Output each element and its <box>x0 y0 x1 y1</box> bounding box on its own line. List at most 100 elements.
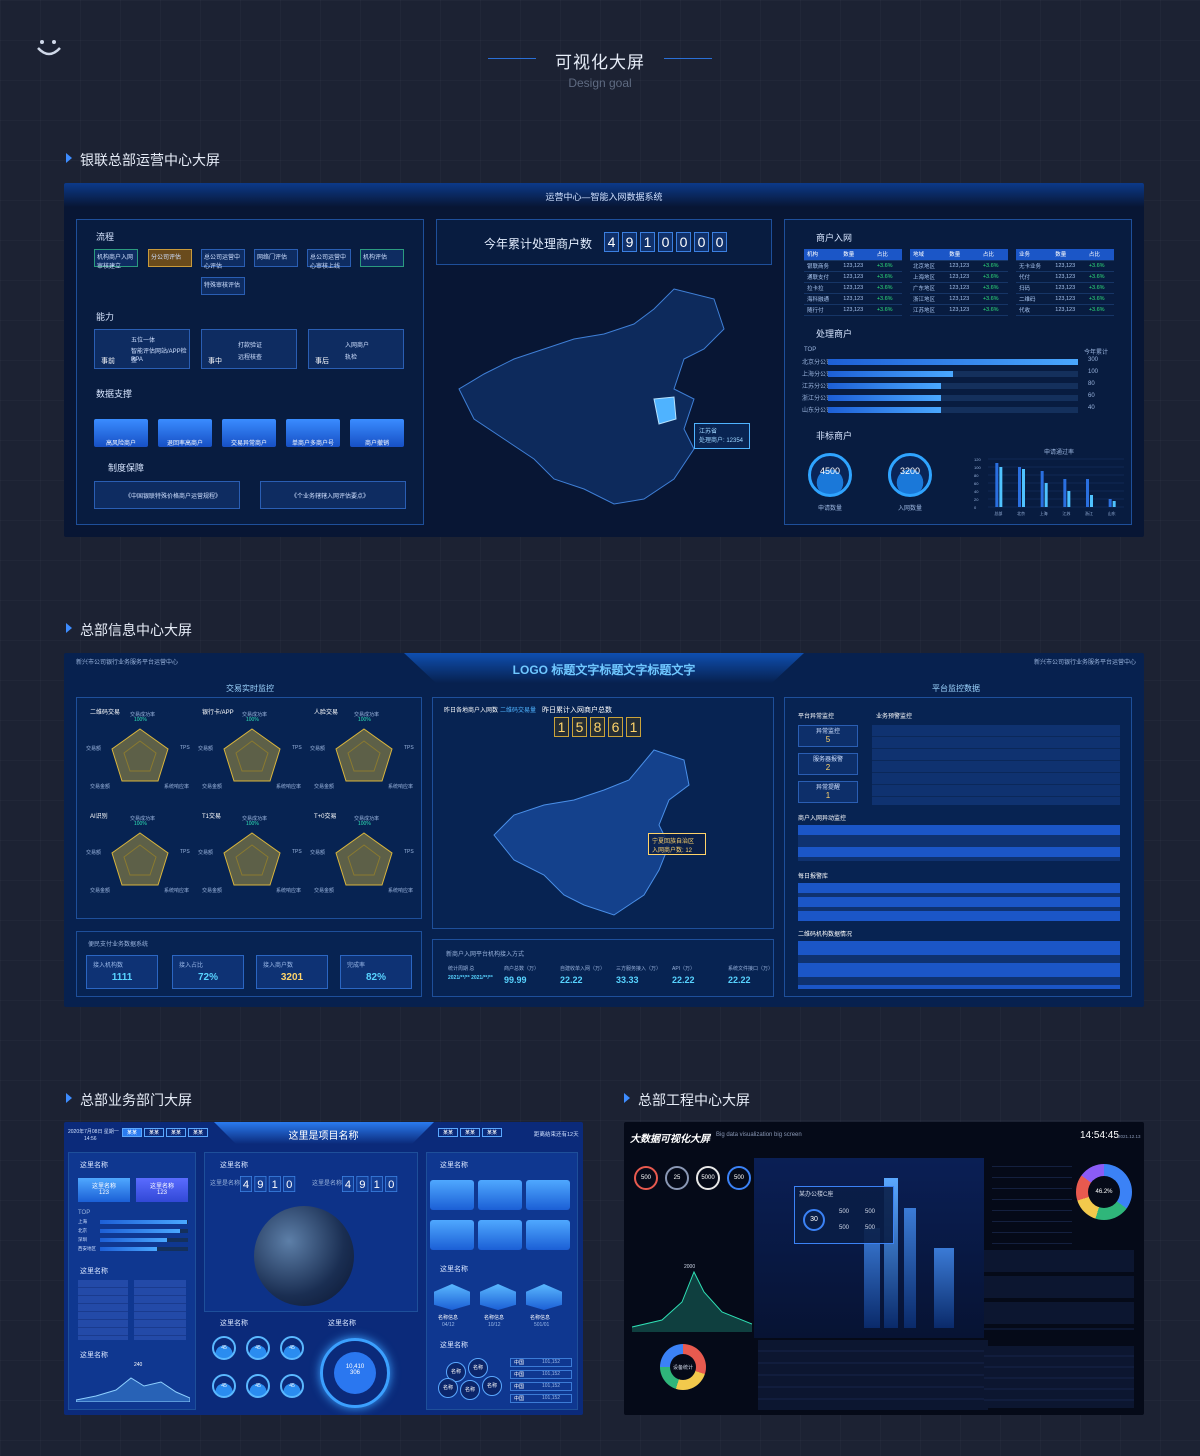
bar-mark[interactable] <box>1090 495 1093 507</box>
screen-engineering-center[interactable]: 大数据可视化大屏 Big data visualization big scre… <box>624 1122 1144 1415</box>
platform-item-3[interactable]: 异常提醒 1 <box>798 781 858 803</box>
bar-mark[interactable] <box>1022 469 1025 507</box>
globe[interactable] <box>254 1206 354 1306</box>
bar-mark[interactable] <box>1063 479 1067 507</box>
process-bar-fill <box>828 371 953 377</box>
screen-operations-center[interactable]: 运营中心—智能入网数据系统 流程 机构商户入网审核建立 分公司评估 总公司运营中… <box>64 183 1144 537</box>
bar-mark[interactable] <box>1040 471 1044 507</box>
s3-bubble: 名称 <box>438 1378 458 1398</box>
support-btn-5[interactable]: 商户撤销 <box>350 419 404 447</box>
s4-date: 2021.12.13 <box>1118 1134 1141 1139</box>
bar-mark[interactable] <box>995 463 999 507</box>
s3-right-title-3: 这里名称 <box>440 1342 468 1349</box>
s3-icon-button[interactable] <box>526 1180 570 1210</box>
radar-label-right: TPS <box>292 745 302 751</box>
s3-tab-right[interactable]: 某某 <box>482 1128 502 1137</box>
support-btn-3[interactable]: 交易异常商户 <box>222 419 276 447</box>
policy-card-2[interactable]: 《个业务辖辖入网评估要点》 <box>260 481 406 509</box>
bar-mark[interactable] <box>1112 501 1116 507</box>
platform-item-1[interactable]: 异常监控 5 <box>798 725 858 747</box>
warn-table <box>872 725 1120 805</box>
section-title-3: 总部业务部门大屏 <box>64 1090 192 1110</box>
screen-business-department[interactable]: 这里是项目名称 2020年7月08日 星期一 14:56 距离结束还有12天 这… <box>64 1122 583 1415</box>
table-cell: +3.6% <box>979 271 1008 283</box>
map-tab-1[interactable]: 昨日各地商户入网数 <box>444 705 498 714</box>
bar-mark[interactable] <box>999 467 1003 507</box>
qr-title: 二维码机构数据情况 <box>798 932 853 938</box>
radar-title: AI识别 <box>90 814 108 820</box>
table-cell: 123,123 <box>840 260 874 272</box>
radar-chart <box>335 728 393 782</box>
s3-icon-button[interactable] <box>478 1220 522 1250</box>
table-row: 二维码 123,123 +3.6% <box>1016 293 1114 305</box>
table-cell: 123,123 <box>1052 304 1086 316</box>
screen-information-center[interactable]: LOGO 标题文字标题文字标题文字 新兴市公司银行业务服务平台运营中心 新兴市公… <box>64 653 1144 1007</box>
radar-title: 人脸交易 <box>314 710 339 716</box>
s3-tab-left[interactable]: 某某 <box>144 1128 164 1137</box>
table-row: 海科融通 123,123 +3.6% <box>804 293 902 305</box>
s3-table-1 <box>78 1280 128 1340</box>
s4-city-scene[interactable] <box>754 1158 984 1338</box>
mid-col-value: 22.22 <box>728 975 751 985</box>
bar-mark[interactable] <box>1067 491 1071 507</box>
warn-title: 业务预警监控 <box>876 714 913 720</box>
process-right-label: 今年累计 <box>1084 350 1109 356</box>
ability-card-2: 事中 打款验证 远程核查 <box>201 329 297 369</box>
bar-mark[interactable] <box>1018 467 1021 507</box>
s3-tab-left[interactable]: 某某 <box>166 1128 186 1137</box>
s4-circle: 500 <box>634 1166 658 1190</box>
s3-tab-right[interactable]: 某某 <box>438 1128 458 1137</box>
s4-bottom-table <box>758 1340 988 1410</box>
s3-gauge: 45 <box>212 1374 236 1398</box>
table-row: 无卡业务 123,123 +3.6% <box>1016 260 1114 272</box>
mid-col-label: 自建收单入网（万） <box>560 966 606 972</box>
support-btn-4[interactable]: 单商户多商户号 <box>286 419 340 447</box>
counter2-digits: 15861 <box>554 717 644 737</box>
mid-col-label: 系统文件接口（万） <box>728 966 774 972</box>
section-title-4: 总部工程中心大屏 <box>622 1090 750 1110</box>
screen2-title: LOGO 标题文字标题文字标题文字 <box>512 663 696 677</box>
stat-card-1: 接入机构数 1111 <box>86 955 158 989</box>
left-tab-title[interactable]: 交易实时监控 <box>226 683 274 694</box>
s3-blue-card-2[interactable]: 这里名称 123 <box>136 1178 188 1202</box>
china-map[interactable] <box>444 279 774 519</box>
y-tick-label: 40 <box>974 489 979 494</box>
bar-mark[interactable] <box>1044 483 1048 507</box>
map-tab-2[interactable]: 二维码交易量 <box>500 705 536 714</box>
s3-counter-a: 4910 <box>240 1176 298 1192</box>
policy-card-1[interactable]: 《中国银联特殊价格商户运营规程》 <box>94 481 240 509</box>
table-row: 广东地区 123,123 +3.6% <box>910 282 1008 294</box>
table-cell: 123,123 <box>946 304 980 316</box>
flow-step-2: 分公司评估 <box>148 249 192 267</box>
radar-val-top: 100% <box>134 717 147 723</box>
bar-mark[interactable] <box>1086 479 1089 507</box>
support-btn-2[interactable]: 退回率高商户 <box>158 419 212 447</box>
merchant-table-1: 机构 数量 占比 银联商务 123,123 +3.6% 通联支付 123,123 +3.6% 拉卡… <box>804 249 902 316</box>
qr-table <box>798 941 1120 989</box>
flow-step-4: 网络门评估 <box>254 249 298 267</box>
radar-label-bl: 交易金额 <box>202 784 223 790</box>
s4-title: 大数据可视化大屏 <box>630 1134 710 1145</box>
bar-mark[interactable] <box>1108 499 1112 507</box>
table-cell: 123,123 <box>946 282 980 294</box>
page-subtitle: Design goal <box>568 76 632 90</box>
s3-tab-left[interactable]: 某某 <box>188 1128 208 1137</box>
right-tab-title[interactable]: 平台监控数据 <box>932 683 980 694</box>
s4-time: 14:54:45 <box>1080 1130 1119 1141</box>
s3-counter-b: 4910 <box>342 1176 400 1192</box>
platform-item-2[interactable]: 服务器报警 2 <box>798 753 858 775</box>
nonstd-title: 非标商户 <box>816 431 853 441</box>
support-btn-1[interactable]: 高风险商户 <box>94 419 148 447</box>
s3-list-value: 101,152 <box>542 1371 561 1377</box>
s3-tab-right[interactable]: 某某 <box>460 1128 480 1137</box>
s3-tab-left[interactable]: 某某 <box>122 1128 142 1137</box>
s3-blue-card-1[interactable]: 这里名称 123 <box>78 1178 130 1202</box>
s4-circle: 5000 <box>696 1166 720 1190</box>
s4-center-label: 设备统计 <box>673 1365 694 1371</box>
table-cell: 广东地区 <box>910 282 947 294</box>
table-cell: 123,123 <box>946 260 980 272</box>
s3-icon-button[interactable] <box>430 1220 474 1250</box>
s3-icon-button[interactable] <box>430 1180 474 1210</box>
s3-icon-button[interactable] <box>478 1180 522 1210</box>
s3-icon-button[interactable] <box>526 1220 570 1250</box>
